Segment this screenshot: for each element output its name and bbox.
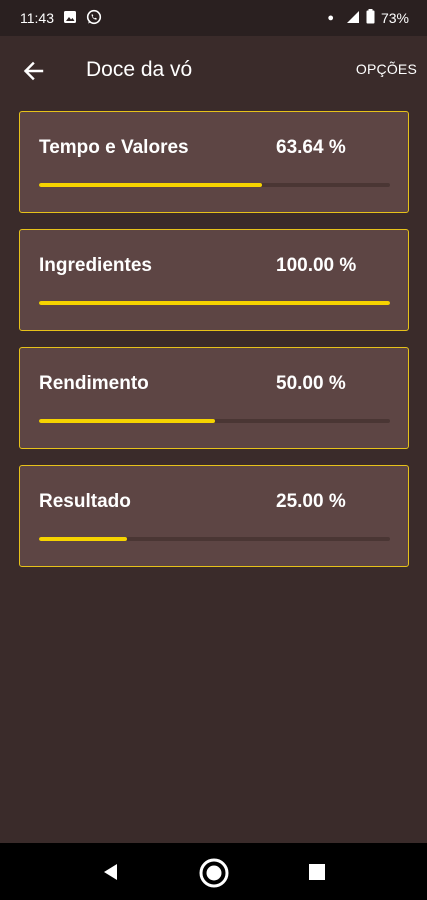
battery-icon [366, 9, 375, 27]
home-circle-icon [199, 858, 229, 888]
card-label: Tempo e Valores [39, 137, 189, 158]
status-right: ● 73% [327, 9, 409, 27]
nav-home-button[interactable] [198, 857, 229, 888]
gallery-icon [63, 10, 77, 27]
progress-fill [39, 419, 215, 423]
recents-square-icon [309, 864, 325, 880]
status-bar: 11:43 ● 73% [0, 0, 427, 36]
back-triangle-icon [104, 864, 117, 880]
nav-recents-button[interactable] [302, 857, 332, 887]
progress-fill [39, 301, 390, 305]
battery-percent: 73% [380, 10, 409, 26]
card-percentage: 63.64 % [276, 137, 346, 158]
navigation-bar [0, 843, 427, 900]
progress-fill [39, 537, 127, 541]
progress-card[interactable]: Rendimento 50.00 % [19, 347, 409, 449]
status-left: 11:43 [20, 9, 102, 28]
progress-track [39, 537, 390, 541]
card-label: Rendimento [39, 373, 149, 394]
nav-back-button[interactable] [96, 857, 126, 887]
card-percentage: 100.00 % [276, 255, 357, 276]
progress-fill [39, 183, 263, 187]
progress-card[interactable]: Resultado 25.00 % [19, 465, 409, 567]
signal-icon [346, 10, 360, 27]
card-label: Ingredientes [39, 255, 152, 276]
progress-track [39, 183, 390, 187]
progress-card[interactable]: Ingredientes 100.00 % [19, 229, 409, 331]
progress-list: Tempo e Valores 63.64 % Ingredientes 100… [19, 111, 409, 583]
card-label: Resultado [39, 491, 131, 512]
progress-card[interactable]: Tempo e Valores 63.64 % [19, 111, 409, 213]
status-time: 11:43 [20, 10, 54, 26]
progress-track [39, 419, 390, 423]
notification-dot-icon: ● [327, 12, 334, 24]
card-percentage: 25.00 % [276, 491, 346, 512]
whatsapp-icon [86, 9, 102, 28]
progress-track [39, 301, 390, 305]
back-button[interactable] [20, 57, 48, 85]
app-bar: Doce da vó OPÇÕES [0, 36, 427, 106]
options-button[interactable]: OPÇÕES [356, 61, 417, 77]
page-title: Doce da vó [86, 58, 193, 81]
arrow-left-icon [23, 61, 44, 81]
card-percentage: 50.00 % [276, 373, 346, 394]
